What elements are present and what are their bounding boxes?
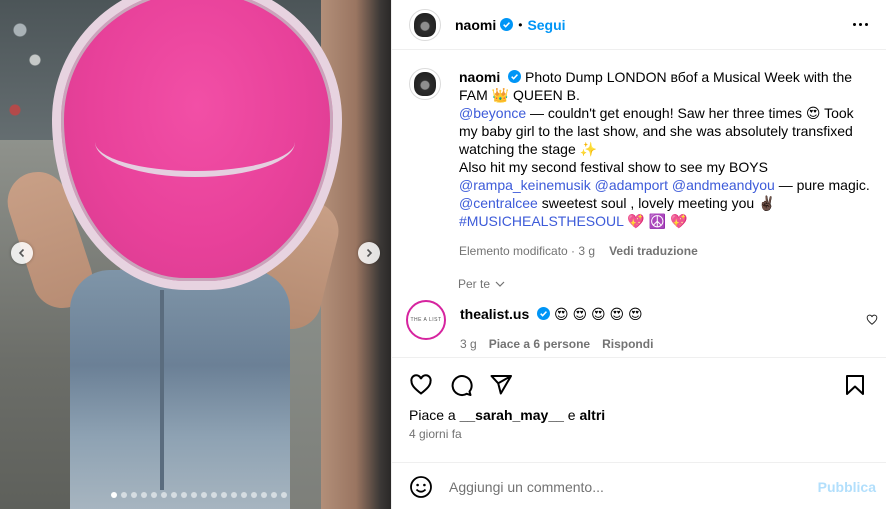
comment-age: 3 g: [460, 337, 477, 351]
mention-adamport[interactable]: @adamport: [595, 177, 668, 193]
mention-beyonce[interactable]: @beyonce: [459, 105, 526, 121]
hashtag-emoji: 💖 ☮️ 💖: [623, 213, 688, 229]
verified-badge-icon: [537, 307, 551, 320]
carousel-dot: [190, 492, 197, 498]
likes-others-link[interactable]: altri: [579, 407, 605, 423]
caption-author-avatar[interactable]: [409, 68, 441, 100]
caption-line-5: sweetest soul , lovely meeting you ✌🏿: [537, 195, 776, 211]
post-actions-section: Piace a __sarah_may__ e altri 4 giorni f…: [392, 357, 886, 509]
carousel-dot: [240, 492, 247, 498]
carousel-dot: [160, 492, 167, 498]
post-date: 4 giorni fa: [409, 427, 462, 441]
comment-body: thealist.us 😍 😍 😍 😍 😍 3 g Piace a 6 pers…: [460, 300, 653, 356]
commenter-avatar-text: THE A LIST: [410, 317, 442, 323]
caption-meta: Elemento modificato · 3 g Vedi traduzion…: [459, 242, 871, 260]
instagram-post-modal: naomi • Segui naomi Photo Dump LONDON вб…: [0, 0, 886, 509]
mention-rampa[interactable]: @rampa_keinemusik: [459, 177, 591, 193]
see-translation-button[interactable]: Vedi traduzione: [609, 242, 698, 260]
post-photo[interactable]: [0, 0, 391, 509]
caption-username[interactable]: naomi: [459, 69, 500, 85]
edited-timestamp: Elemento modificato · 3 g: [459, 244, 596, 258]
author-avatar[interactable]: [409, 8, 441, 41]
chevron-right-icon: [366, 248, 373, 258]
heart-icon[interactable]: [409, 373, 433, 397]
carousel-dot: [280, 492, 287, 498]
likes-summary: Piace a __sarah_may__ e altri: [392, 407, 886, 423]
post-header: naomi • Segui: [392, 0, 886, 50]
carousel-dot: [180, 492, 187, 498]
more-options-button[interactable]: [851, 17, 870, 32]
for-you-filter[interactable]: Per te: [458, 277, 506, 291]
comment-item: THE A LIST thealist.us 😍 😍 😍 😍 😍 3 g Pia…: [392, 300, 886, 356]
commenter-avatar[interactable]: THE A LIST: [406, 300, 446, 340]
caption-line-3: Also hit my second festival show to see …: [459, 159, 768, 175]
publish-button[interactable]: Pubblica: [818, 479, 876, 495]
reply-button[interactable]: Rispondi: [602, 337, 653, 351]
chevron-left-icon: [18, 248, 25, 258]
carousel-dot: [210, 492, 217, 498]
mention-centralcee[interactable]: @centralcee: [459, 195, 538, 211]
comment-input[interactable]: [449, 478, 809, 495]
photo-hat-band: [95, 107, 295, 177]
carousel-next-button[interactable]: [358, 242, 380, 264]
likes-suffix: e: [563, 407, 580, 423]
add-comment-bar: Pubblica: [392, 462, 886, 509]
chevron-down-icon: [495, 281, 505, 287]
carousel-dot: [270, 492, 277, 498]
header-separator: •: [518, 17, 523, 32]
caption-body: naomi Photo Dump LONDON вбof a Musical W…: [459, 68, 871, 261]
mention-andmeandyou[interactable]: @andmeandyou: [672, 177, 775, 193]
emoji-icon[interactable]: [409, 475, 433, 499]
hashtag-musichealsthesoul[interactable]: #MUSICHEALSTHESOUL: [459, 213, 623, 229]
likes-prefix: Piace a: [409, 407, 460, 423]
carousel-dot: [200, 492, 207, 498]
verified-badge-icon: [500, 18, 514, 31]
comment-meta: 3 g Piace a 6 persone Rispondi: [460, 337, 653, 351]
carousel-dot: [140, 492, 147, 498]
carousel-dot: [260, 492, 267, 498]
comment-text: 😍 😍 😍 😍 😍: [554, 306, 643, 322]
author-username[interactable]: naomi: [455, 17, 496, 33]
likes-user-link[interactable]: __sarah_may__: [460, 407, 564, 423]
more-horizontal-icon: [853, 23, 856, 26]
follow-button[interactable]: Segui: [527, 17, 565, 33]
carousel-dots: [0, 492, 391, 498]
carousel-dot: [170, 492, 177, 498]
comment-icon[interactable]: [449, 373, 473, 397]
comment-like-heart-icon[interactable]: [866, 314, 878, 326]
share-icon[interactable]: [489, 373, 513, 397]
comment-likes-link[interactable]: Piace a 6 persone: [489, 337, 590, 351]
carousel-dot: [120, 492, 127, 498]
carousel-dot: [250, 492, 257, 498]
carousel-dot: [150, 492, 157, 498]
action-icons: [392, 358, 886, 398]
verified-badge-icon: [508, 70, 522, 83]
photo-denim-dress: [70, 270, 290, 509]
carousel-dot: [230, 492, 237, 498]
bookmark-icon[interactable]: [843, 373, 867, 397]
post-caption: naomi Photo Dump LONDON вбof a Musical W…: [392, 51, 886, 261]
commenter-username[interactable]: thealist.us: [460, 306, 529, 322]
for-you-label: Per te: [458, 277, 491, 291]
carousel-prev-button[interactable]: [11, 242, 33, 264]
carousel-dot: [220, 492, 227, 498]
post-sidebar: naomi • Segui naomi Photo Dump LONDON вб…: [391, 0, 886, 509]
carousel-dot: [130, 492, 137, 498]
carousel-dot: [110, 492, 117, 498]
caption-line-4: — pure magic.: [774, 177, 870, 193]
